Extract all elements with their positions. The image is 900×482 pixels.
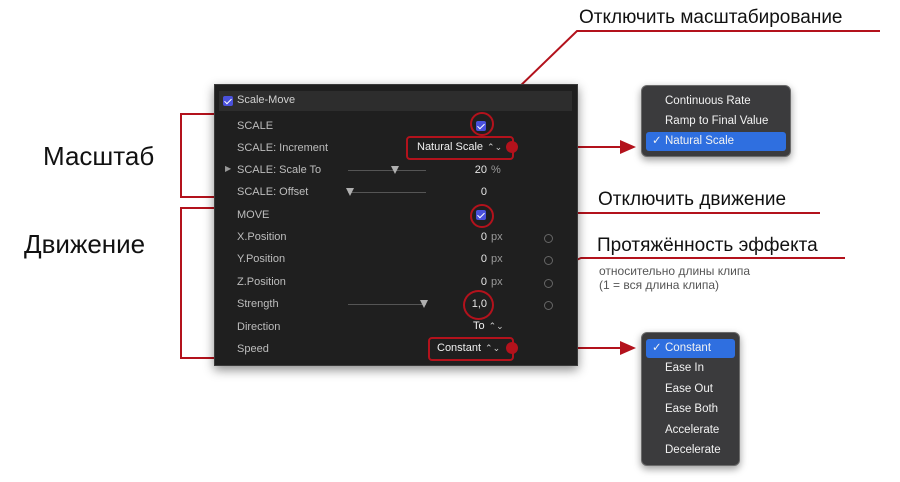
y-position-label: Y.Position: [237, 253, 286, 265]
x-position-value[interactable]: 0: [460, 231, 487, 243]
disable-scale-callout: Отключить масштабирование: [579, 7, 843, 28]
keyframe-icon[interactable]: [544, 301, 553, 310]
speed-menu: ✓ Constant Ease In Ease Out Ease Both Acc…: [641, 332, 740, 466]
keyframe-icon[interactable]: [544, 256, 553, 265]
scale-label: SCALE: [237, 120, 274, 132]
strength-label: Strength: [237, 298, 279, 310]
scale-offset-slider[interactable]: [348, 192, 426, 193]
move-checkbox-highlight: [470, 204, 494, 228]
scale-checkbox-highlight: [470, 112, 494, 136]
z-position-value[interactable]: 0: [460, 276, 487, 288]
disclosure-triangle-icon[interactable]: ▶: [225, 164, 231, 173]
direction-label: Direction: [237, 321, 281, 333]
direction-popup[interactable]: To ⌃⌄: [473, 320, 504, 332]
menu-item-ease-both[interactable]: Ease Both: [646, 400, 735, 419]
menu-item-decelerate[interactable]: Decelerate: [646, 441, 735, 460]
menu-item-ease-out[interactable]: Ease Out: [646, 380, 735, 399]
y-position-value[interactable]: 0: [460, 253, 487, 265]
slider-thumb-icon[interactable]: [391, 166, 399, 174]
y-position-unit: px: [491, 253, 503, 265]
speed-popup-highlight: [428, 337, 514, 361]
keyframe-icon[interactable]: [544, 234, 553, 243]
duration-note-2: (1 = вся длина клипа): [599, 278, 720, 292]
checkmark-icon: ✓: [652, 342, 662, 354]
scale-offset-label: SCALE: Offset: [237, 186, 309, 198]
slider-thumb-icon[interactable]: [420, 300, 428, 308]
strength-value-highlight: [463, 290, 494, 320]
x-position-unit: px: [491, 231, 503, 243]
move-label: MOVE: [237, 209, 270, 221]
menu-item-ease-in[interactable]: Ease In: [646, 359, 735, 378]
scale-to-slider[interactable]: [348, 170, 426, 171]
increment-menu: Continuous Rate Ramp to Final Value ✓ Nat…: [641, 85, 791, 157]
scale-to-label: SCALE: Scale To: [237, 164, 322, 176]
z-position-unit: px: [491, 276, 503, 288]
duration-note-1: относительно длины клипа: [599, 264, 750, 278]
group-scale-label: Масштаб: [43, 141, 155, 171]
speed-label: Speed: [237, 343, 269, 355]
disable-move-callout: Отключить движение: [598, 189, 787, 210]
scale-offset-value[interactable]: 0: [460, 186, 487, 198]
group-move-label: Движение: [24, 229, 146, 259]
slider-thumb-icon[interactable]: [346, 188, 354, 196]
menu-item-continuous-rate[interactable]: Continuous Rate: [646, 92, 786, 111]
annotation-dot: [506, 342, 518, 354]
x-position-label: X.Position: [237, 231, 287, 243]
z-position-label: Z.Position: [237, 276, 286, 288]
effect-enable-checkbox-icon[interactable]: [223, 96, 233, 106]
menu-item-ramp-to-final-value[interactable]: Ramp to Final Value: [646, 112, 786, 131]
menu-item-accelerate[interactable]: Accelerate: [646, 421, 735, 440]
menu-item-natural-scale[interactable]: ✓ Natural Scale: [646, 132, 786, 151]
increment-popup-highlight: [406, 136, 514, 160]
strength-slider[interactable]: [348, 304, 426, 305]
duration-callout: Протяжённость эффекта: [597, 235, 818, 256]
checkmark-icon: ✓: [652, 135, 662, 147]
scale-to-value[interactable]: 20: [460, 164, 487, 176]
inspector-panel: Scale-Move SCALE SCALE: Increment Natura…: [214, 84, 578, 366]
keyframe-icon[interactable]: [544, 279, 553, 288]
effect-title: Scale-Move: [237, 94, 296, 106]
menu-item-constant[interactable]: ✓ Constant: [646, 339, 735, 358]
scale-increment-label: SCALE: Increment: [237, 142, 329, 154]
stepper-arrows-icon: ⌃⌄: [488, 321, 504, 331]
annotation-dot: [506, 141, 518, 153]
scale-to-unit: %: [491, 164, 501, 176]
effect-header: Scale-Move: [219, 91, 572, 111]
